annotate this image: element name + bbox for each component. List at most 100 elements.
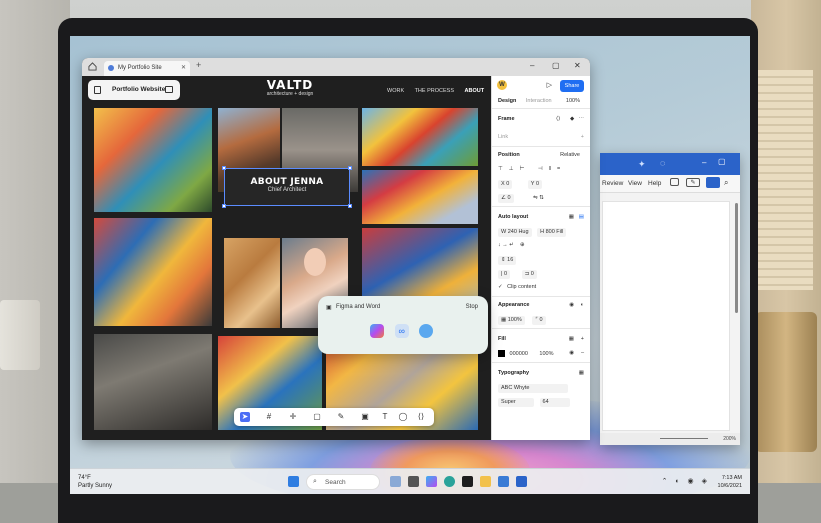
find-icon[interactable]: ⌕: [724, 178, 728, 188]
site-logo[interactable]: VALTD architecture + design: [260, 78, 320, 97]
gallery-photo-building-6[interactable]: [94, 218, 212, 326]
dev-tool-icon[interactable]: ⟨⟩: [416, 412, 426, 422]
word-window[interactable]: ✦ ◌ – ▢ Review View Help ✎ ⌕ 200%: [600, 153, 740, 445]
task-view-icon[interactable]: [408, 476, 419, 487]
project-selector[interactable]: Portfolio Website: [88, 80, 180, 100]
gallery-photo-stairs[interactable]: [94, 334, 212, 430]
pen-icon[interactable]: ✎: [686, 178, 700, 187]
style-icon[interactable]: ▦: [569, 336, 574, 342]
browser-window[interactable]: My Portfolio Site ✕ + – ▢ ✕ Portfolio We…: [82, 58, 590, 440]
font-size-field[interactable]: 64: [539, 398, 570, 407]
browser-tab[interactable]: My Portfolio Site ✕: [104, 61, 190, 76]
close-button[interactable]: ✕: [574, 61, 581, 70]
tab-close-icon[interactable]: ✕: [181, 64, 186, 71]
ribbon-help[interactable]: Help: [648, 180, 661, 187]
fill-swatch[interactable]: [498, 350, 505, 357]
nav-work[interactable]: WORK: [387, 88, 404, 94]
weather-widget[interactable]: 74°F Partly Sunny: [78, 474, 112, 490]
sidebar-toggle-icon[interactable]: [165, 86, 173, 93]
component-icon[interactable]: ◆: [570, 116, 574, 122]
start-icon[interactable]: [288, 476, 299, 487]
about-title[interactable]: ABOUT JENNA: [225, 177, 349, 187]
code-icon[interactable]: ⟨⟩: [556, 116, 560, 122]
align-row[interactable]: ⊤⊥⊢ ⊣‖=: [498, 166, 584, 172]
ribbon-review[interactable]: Review: [602, 180, 623, 187]
position-mode[interactable]: Relative: [560, 152, 580, 158]
share-icon[interactable]: [706, 177, 720, 188]
add-link-icon[interactable]: +: [581, 134, 584, 140]
tab-design[interactable]: Design: [498, 98, 516, 104]
lightbulb-icon[interactable]: ◌: [660, 158, 665, 168]
new-tab-button[interactable]: +: [196, 60, 201, 70]
maximize-button[interactable]: ▢: [552, 61, 560, 70]
text-tool-icon[interactable]: T: [380, 412, 390, 422]
blend-icon[interactable]: ◐: [581, 302, 584, 308]
copilot-icon[interactable]: ✦: [638, 159, 646, 170]
word-zoom-slider[interactable]: [660, 438, 708, 439]
frame-tool-icon[interactable]: #: [264, 412, 274, 422]
tab-interaction[interactable]: Interaction: [526, 98, 552, 104]
height-field[interactable]: H 800 Fill: [537, 228, 567, 237]
word-zoom-value[interactable]: 200%: [723, 436, 736, 442]
widgets-icon[interactable]: [390, 476, 401, 487]
about-heading-frame[interactable]: ABOUT JENNA Chief Architect: [222, 166, 352, 208]
copilot-stop-button[interactable]: Stop: [466, 304, 478, 310]
gallery-photo-building-1[interactable]: [94, 108, 212, 212]
fill-opacity[interactable]: 100: [539, 351, 548, 357]
rotation-field[interactable]: ∠ 0: [498, 194, 514, 203]
word-icon[interactable]: [516, 476, 527, 487]
minimize-icon[interactable]: –: [702, 158, 706, 167]
pencil-tool-icon[interactable]: ✎: [336, 412, 346, 422]
user-avatar[interactable]: W: [497, 80, 507, 90]
present-icon[interactable]: ▷: [547, 81, 552, 89]
minimize-button[interactable]: –: [530, 61, 534, 70]
gallery-photo-cat[interactable]: [224, 238, 280, 328]
type-style-icon[interactable]: ▦: [579, 370, 584, 376]
infinity-icon[interactable]: ∞: [394, 324, 409, 338]
layout-remove-icon[interactable]: ▤: [579, 214, 584, 220]
comment-icon[interactable]: [670, 178, 679, 186]
comment-tool-icon[interactable]: ◯: [398, 412, 408, 422]
maximize-icon[interactable]: ▢: [718, 157, 726, 166]
padding-h-field[interactable]: | 0: [498, 270, 511, 279]
about-subtitle[interactable]: Chief Architect: [225, 187, 349, 193]
radius-field[interactable]: ⌜ 0: [532, 316, 546, 325]
resize-handle-br[interactable]: [348, 204, 352, 208]
add-fill-icon[interactable]: +: [581, 336, 584, 342]
figma-icon[interactable]: [462, 476, 473, 487]
more-icon[interactable]: ⋯: [579, 116, 585, 122]
clock[interactable]: 7:13 AM 10/6/2021: [718, 474, 742, 490]
copilot-logo-icon[interactable]: [370, 324, 384, 338]
zoom-value[interactable]: 100%: [566, 98, 580, 104]
file-explorer-icon[interactable]: [480, 476, 491, 487]
home-icon[interactable]: [88, 62, 97, 71]
share-button[interactable]: Share: [560, 80, 584, 92]
system-tray[interactable]: ⌃ ◐ ◉ ◈: [662, 477, 710, 485]
fill-visibility-icon[interactable]: ◉: [569, 350, 574, 356]
font-family-select[interactable]: ABC Whyte: [498, 384, 568, 393]
word-titlebar[interactable]: ✦ ◌ – ▢: [600, 153, 740, 175]
resize-handle-tl[interactable]: [222, 166, 226, 170]
width-field[interactable]: W 240 Hug: [498, 228, 532, 237]
taskbar-search[interactable]: ⌕ Search: [306, 474, 380, 490]
store-icon[interactable]: [498, 476, 509, 487]
x-field[interactable]: X 0: [498, 180, 513, 189]
resize-handle-bl[interactable]: [222, 204, 226, 208]
frame-label[interactable]: Frame: [498, 116, 515, 122]
ribbon-view[interactable]: View: [628, 180, 642, 187]
y-field[interactable]: Y 0: [527, 180, 543, 189]
nav-about[interactable]: ABOUT: [465, 88, 485, 94]
link-label[interactable]: Link: [498, 134, 508, 140]
resize-handle-tr[interactable]: [348, 166, 352, 170]
gap-field[interactable]: ⇕ 16: [498, 256, 517, 265]
move-tool-icon[interactable]: ➤: [240, 412, 250, 422]
gallery-photo-building-4[interactable]: [362, 108, 478, 166]
gallery-photo-building-5[interactable]: [362, 170, 478, 224]
word-scrollbar[interactable]: [735, 203, 738, 313]
remove-fill-icon[interactable]: –: [581, 350, 584, 356]
copilot-taskbar-icon[interactable]: [426, 476, 437, 487]
pen-tool-icon[interactable]: ✛: [288, 412, 298, 422]
flip-icon[interactable]: ⇋ ⇅: [533, 195, 544, 201]
edge-icon[interactable]: [444, 476, 455, 487]
layout-grid-icon[interactable]: ▦: [569, 214, 574, 220]
